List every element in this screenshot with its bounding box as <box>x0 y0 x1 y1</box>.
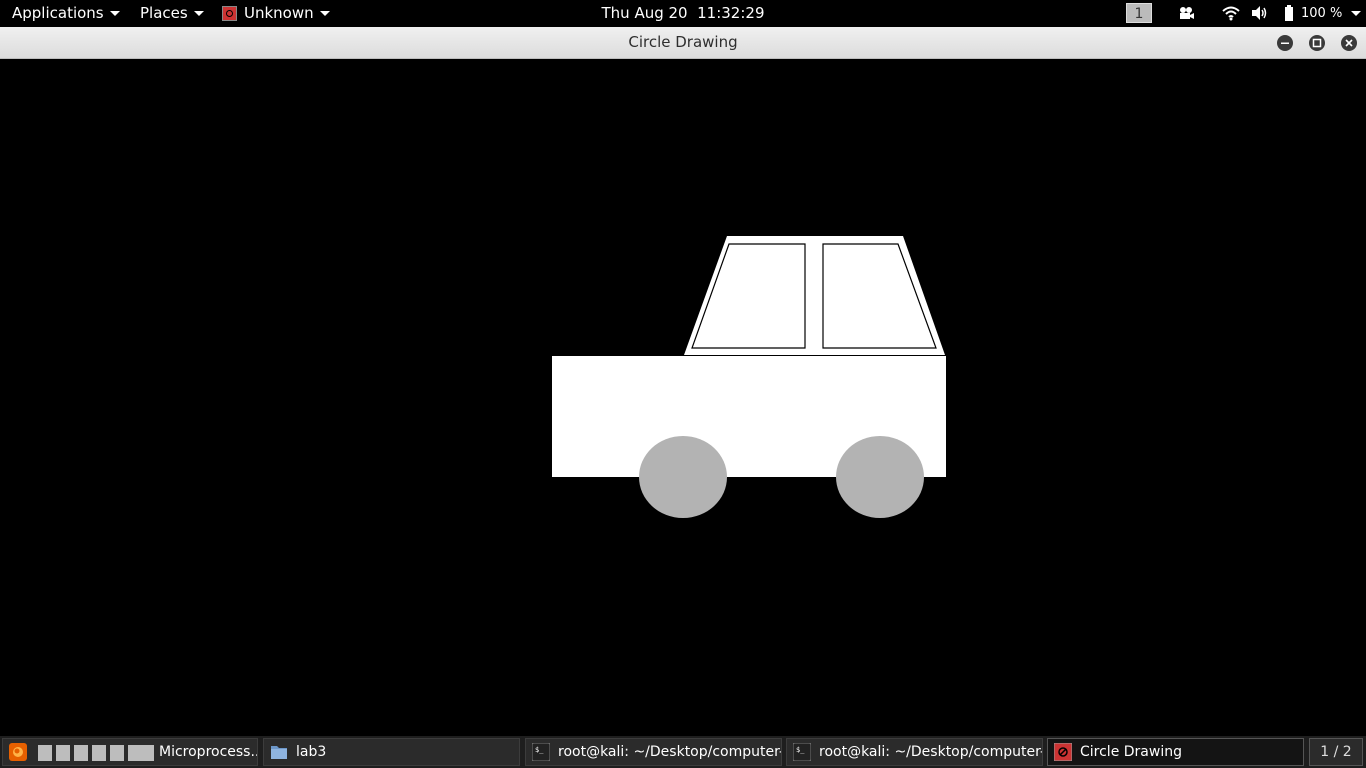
window-title: Circle Drawing <box>628 33 738 51</box>
svg-text:$_: $_ <box>535 746 544 754</box>
close-icon <box>1345 39 1353 47</box>
chevron-down-icon <box>193 11 204 16</box>
car-cabin <box>684 236 945 355</box>
taskbar-item-terminal-1[interactable]: $_ root@kali: ~/Desktop/computer-... <box>525 738 782 766</box>
taskbar-item-label: root@kali: ~/Desktop/computer-... <box>558 744 782 760</box>
window-titlebar[interactable]: Circle Drawing <box>0 27 1366 59</box>
app-icon <box>222 6 237 21</box>
maximize-icon <box>1312 38 1322 48</box>
workspace-thumb <box>56 745 70 761</box>
places-menu[interactable]: Places <box>140 0 204 27</box>
focused-app-menu[interactable]: Unknown <box>222 0 330 27</box>
video-camera-icon[interactable] <box>1177 4 1195 22</box>
taskbar: Microprocess... lab3 $_ root@kali: ~/Des… <box>0 736 1366 768</box>
close-button[interactable] <box>1341 35 1357 51</box>
minimize-icon <box>1281 42 1289 44</box>
workspace-thumb <box>74 745 88 761</box>
maximize-button[interactable] <box>1309 35 1325 51</box>
chevron-down-icon <box>319 11 330 16</box>
firefox-icon <box>9 743 27 761</box>
clock[interactable]: Thu Aug 20 11:32:29 <box>602 4 765 22</box>
drawing-canvas <box>0 59 1366 736</box>
terminal-icon: $_ <box>793 743 811 761</box>
workspace-thumb <box>140 745 154 761</box>
car-wheel-front <box>836 436 924 518</box>
system-menu-chevron-icon[interactable] <box>1351 11 1361 16</box>
taskbar-item-label: Microprocess... <box>159 744 258 760</box>
taskbar-item-label: root@kali: ~/Desktop/computer-... <box>819 744 1043 760</box>
taskbar-item-label: Circle Drawing <box>1080 744 1182 760</box>
circle-drawing-app-icon <box>1054 743 1072 761</box>
chevron-down-icon <box>109 11 120 16</box>
car-wheel-rear <box>639 436 727 518</box>
top-panel: Applications Places Unknown Thu Aug 20 1… <box>0 0 1366 27</box>
taskbar-item-circle-drawing[interactable]: Circle Drawing <box>1047 738 1304 766</box>
volume-icon[interactable] <box>1250 4 1268 22</box>
terminal-icon: $_ <box>532 743 550 761</box>
workspace-pager[interactable]: 1 / 2 <box>1309 738 1363 766</box>
taskbar-item-terminal-2[interactable]: $_ root@kali: ~/Desktop/computer-... <box>786 738 1043 766</box>
applications-menu-label: Applications <box>12 4 104 22</box>
taskbar-item-label: lab3 <box>296 744 327 760</box>
workspace-thumb <box>38 745 52 761</box>
svg-text:$_: $_ <box>796 746 805 754</box>
battery-icon[interactable] <box>1280 4 1298 22</box>
taskbar-item-files[interactable]: lab3 <box>263 738 520 766</box>
car-drawing <box>552 236 946 518</box>
applications-menu[interactable]: Applications <box>12 0 120 27</box>
clock-container: Thu Aug 20 11:32:29 <box>0 0 1366 27</box>
battery-percentage: 100 % <box>1301 6 1343 21</box>
workspace-thumb <box>110 745 124 761</box>
folder-icon <box>271 746 287 759</box>
places-menu-label: Places <box>140 4 188 22</box>
workspace-thumb <box>92 745 106 761</box>
minimize-button[interactable] <box>1277 35 1293 51</box>
focused-app-label: Unknown <box>244 4 314 22</box>
wifi-icon[interactable] <box>1222 4 1240 22</box>
taskbar-item-browser[interactable]: Microprocess... <box>2 738 258 766</box>
workspace-indicator[interactable]: 1 <box>1126 3 1152 23</box>
